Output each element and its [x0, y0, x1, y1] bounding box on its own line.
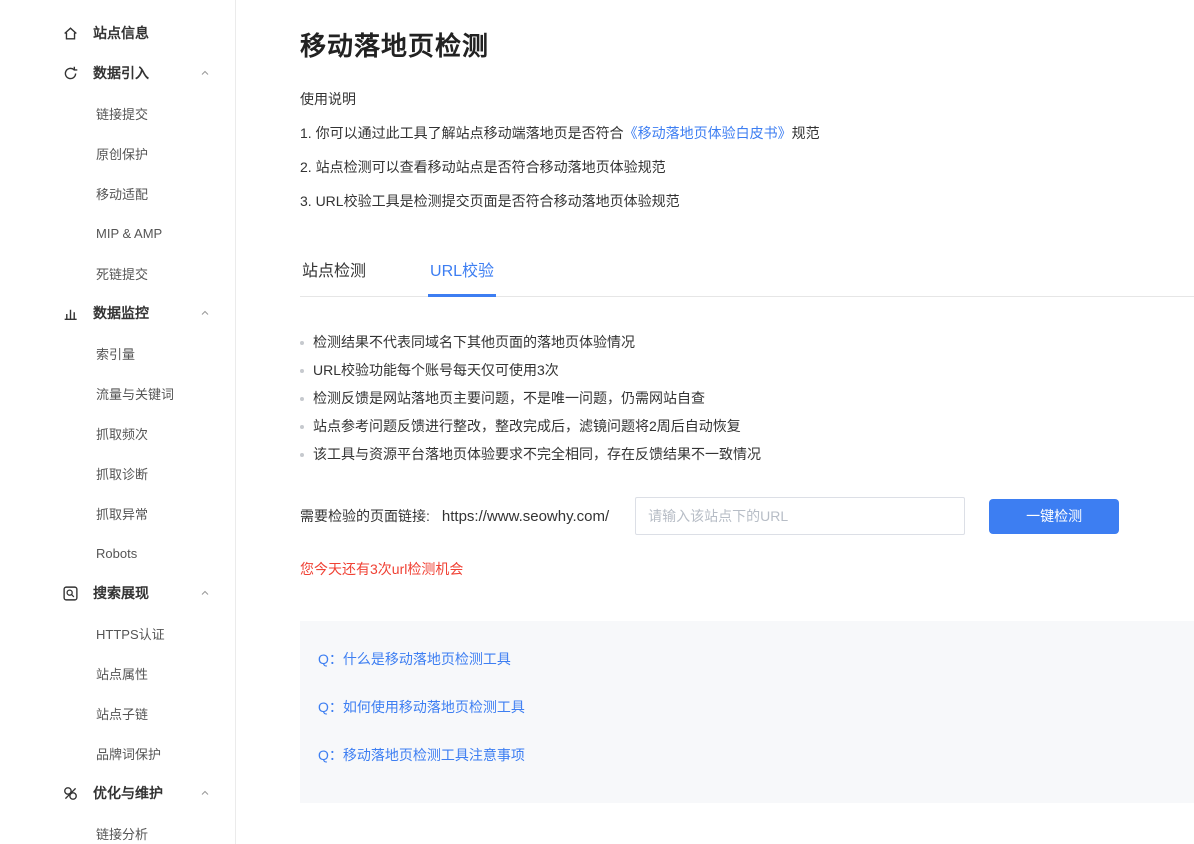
faq-panel: Q：什么是移动落地页检测工具 Q：如何使用移动落地页检测工具 Q：移动落地页检测…: [300, 621, 1194, 803]
chevron-up-icon: [199, 787, 211, 799]
page-title: 移动落地页检测: [300, 26, 1194, 63]
sidebar-group-data-import[interactable]: 数据引入: [0, 53, 235, 93]
sidebar-item-original-protection[interactable]: 原创保护: [0, 133, 235, 173]
search-display-icon: [62, 585, 79, 602]
chevron-up-icon: [199, 67, 211, 79]
usage-line-1-pre: 1. 你可以通过此工具了解站点移动端落地页是否符合: [300, 125, 624, 141]
form-label: 需要检验的页面链接:: [300, 506, 430, 526]
usage-line-1: 1. 你可以通过此工具了解站点移动端落地页是否符合《移动落地页体验白皮书》规范: [300, 123, 1194, 143]
faq-link-what-is[interactable]: Q：什么是移动落地页检测工具: [318, 649, 1176, 669]
sidebar-group-search-display[interactable]: 搜索展现: [0, 573, 235, 613]
sidebar-group-label: 搜索展现: [93, 583, 149, 603]
sidebar-item-index-volume[interactable]: 索引量: [0, 333, 235, 373]
whitepaper-link[interactable]: 《移动落地页体验白皮书》: [624, 125, 792, 141]
sidebar-group-label: 数据监控: [93, 303, 149, 323]
usage-line-1-post: 规范: [792, 125, 820, 141]
sidebar-item-crawl-frequency[interactable]: 抓取频次: [0, 413, 235, 453]
sidebar-item-site-sublink[interactable]: 站点子链: [0, 693, 235, 733]
note-item: URL校验功能每个账号每天仅可使用3次: [300, 363, 1194, 377]
note-item: 检测反馈是网站落地页主要问题，不是唯一问题，仍需网站自查: [300, 391, 1194, 405]
sidebar-item-robots[interactable]: Robots: [0, 533, 235, 573]
sidebar-group-data-monitor[interactable]: 数据监控: [0, 293, 235, 333]
sidebar-item-mip-amp[interactable]: MIP & AMP: [0, 213, 235, 253]
quota-text: 您今天还有3次url检测机会: [300, 559, 1194, 579]
check-button[interactable]: 一键检测: [989, 499, 1119, 534]
usage-heading: 使用说明: [300, 89, 1194, 109]
sidebar-item-traffic-keywords[interactable]: 流量与关键词: [0, 373, 235, 413]
sidebar-item-crawl-diagnosis[interactable]: 抓取诊断: [0, 453, 235, 493]
note-item: 检测结果不代表同域名下其他页面的落地页体验情况: [300, 335, 1194, 349]
note-item: 该工具与资源平台落地页体验要求不完全相同，存在反馈结果不一致情况: [300, 447, 1194, 461]
tab-url-check[interactable]: URL校验: [428, 247, 496, 297]
site-url-text: https://www.seowhy.com/: [442, 508, 609, 525]
home-icon: [62, 25, 79, 42]
faq-link-notes[interactable]: Q：移动落地页检测工具注意事项: [318, 745, 1176, 765]
sidebar-group-label: 数据引入: [93, 63, 149, 83]
sidebar-item-mobile-adaptation[interactable]: 移动适配: [0, 173, 235, 213]
url-check-form: 需要检验的页面链接: https://www.seowhy.com/ 一键检测: [300, 497, 1194, 535]
chart-icon: [62, 305, 79, 322]
sidebar-item-crawl-anomaly[interactable]: 抓取异常: [0, 493, 235, 533]
sidebar-item-site-attribute[interactable]: 站点属性: [0, 653, 235, 693]
main-content: 移动落地页检测 使用说明 1. 你可以通过此工具了解站点移动端落地页是否符合《移…: [236, 0, 1194, 844]
data-import-icon: [62, 65, 79, 82]
sidebar-item-brand-protection[interactable]: 品牌词保护: [0, 733, 235, 773]
knot-icon: [62, 785, 79, 802]
tab-site-check[interactable]: 站点检测: [300, 247, 368, 296]
usage-line-2: 2. 站点检测可以查看移动站点是否符合移动落地页体验规范: [300, 157, 1194, 177]
faq-link-how-to-use[interactable]: Q：如何使用移动落地页检测工具: [318, 697, 1176, 717]
notes-list: 检测结果不代表同域名下其他页面的落地页体验情况 URL校验功能每个账号每天仅可使…: [300, 335, 1194, 461]
usage-instructions: 使用说明 1. 你可以通过此工具了解站点移动端落地页是否符合《移动落地页体验白皮…: [300, 89, 1194, 211]
url-input[interactable]: [635, 497, 965, 535]
sidebar-item-label: 站点信息: [93, 23, 149, 43]
note-item: 站点参考问题反馈进行整改，整改完成后，滤镜问题将2周后自动恢复: [300, 419, 1194, 433]
sidebar-item-link-submit[interactable]: 链接提交: [0, 93, 235, 133]
sidebar-item-link-analysis[interactable]: 链接分析: [0, 813, 235, 844]
sidebar-group-optimize-maintain[interactable]: 优化与维护: [0, 773, 235, 813]
chevron-up-icon: [199, 587, 211, 599]
chevron-up-icon: [199, 307, 211, 319]
tabs: 站点检测 URL校验: [300, 247, 1194, 297]
sidebar-item-site-info[interactable]: 站点信息: [0, 13, 235, 53]
usage-line-3: 3. URL校验工具是检测提交页面是否符合移动落地页体验规范: [300, 191, 1194, 211]
sidebar: 站点信息 数据引入 链接提交 原创保护 移动适配 MIP & AMP 死链提交 …: [0, 0, 236, 844]
sidebar-item-https-cert[interactable]: HTTPS认证: [0, 613, 235, 653]
sidebar-group-label: 优化与维护: [93, 783, 163, 803]
sidebar-item-dead-link-submit[interactable]: 死链提交: [0, 253, 235, 293]
